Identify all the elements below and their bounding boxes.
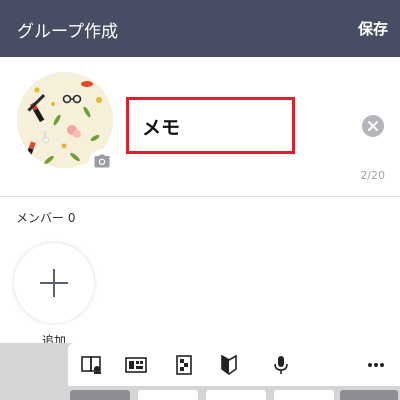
keyboard-toolbar bbox=[68, 343, 400, 386]
app-header: グループ作成 保存 bbox=[0, 0, 400, 57]
soft-keyboard bbox=[0, 343, 400, 400]
plus-icon bbox=[40, 269, 68, 297]
keyboard-layout-icon[interactable] bbox=[124, 353, 148, 377]
keyboard-key[interactable] bbox=[340, 390, 398, 400]
microphone-icon[interactable] bbox=[269, 353, 293, 377]
name-char-counter: 2/20 bbox=[360, 169, 385, 182]
keyboard-left-area bbox=[0, 343, 68, 400]
group-info-section: メモ 2/20 bbox=[0, 57, 400, 197]
beginner-mark-icon[interactable] bbox=[217, 353, 241, 377]
keyboard-key[interactable] bbox=[206, 390, 266, 400]
dictionary-icon[interactable] bbox=[80, 353, 104, 377]
clipboard-icon[interactable] bbox=[172, 353, 196, 377]
change-photo-button[interactable] bbox=[90, 149, 114, 173]
group-name-value: メモ bbox=[142, 117, 181, 139]
camera-icon bbox=[94, 154, 110, 168]
members-count-label: メンバー 0 bbox=[16, 211, 76, 225]
keyboard-key-row bbox=[68, 387, 400, 400]
save-button[interactable]: 保存 bbox=[358, 18, 388, 39]
create-group-screen: グループ作成 保存 メモ 2/20 メンバー 0 追加 bbox=[0, 0, 400, 400]
add-member-button[interactable] bbox=[13, 242, 95, 324]
group-name-input[interactable]: メモ bbox=[126, 97, 295, 154]
keyboard-key[interactable] bbox=[138, 390, 198, 400]
close-icon bbox=[368, 121, 378, 131]
keyboard-key[interactable] bbox=[70, 390, 130, 400]
page-title: グループ作成 bbox=[17, 22, 118, 42]
keyboard-key[interactable] bbox=[274, 390, 334, 400]
more-icon[interactable] bbox=[364, 353, 388, 377]
clear-name-button[interactable] bbox=[362, 115, 384, 137]
